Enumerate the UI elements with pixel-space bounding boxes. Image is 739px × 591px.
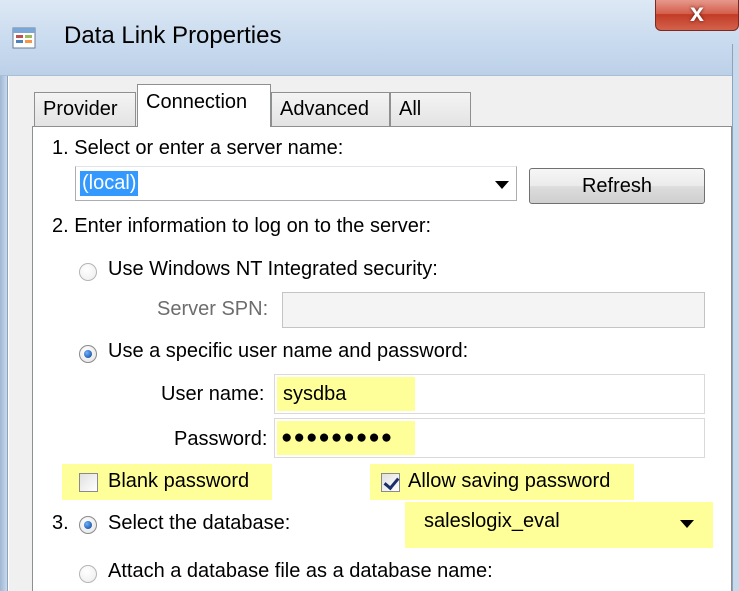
refresh-button[interactable]: Refresh (529, 168, 705, 204)
chevron-down-icon[interactable] (680, 520, 694, 528)
step3-number: 3. (52, 512, 69, 534)
server-name-value[interactable]: (local) (80, 171, 139, 196)
attach-database-label[interactable]: Attach a database file as a database nam… (108, 560, 493, 583)
data-link-properties-dialog: Data Link Properties x Provider Connecti… (0, 0, 739, 591)
logon-info-heading: 2. Enter information to log on to the se… (52, 215, 432, 237)
windows-nt-security-label[interactable]: Use Windows NT Integrated security: (108, 258, 438, 281)
blank-password-label[interactable]: Blank password (108, 470, 249, 493)
connection-form: 1. Select or enter a server name: (local… (0, 0, 739, 591)
allow-saving-password-checkbox[interactable] (381, 473, 400, 492)
blank-password-checkbox[interactable] (79, 473, 98, 492)
select-database-label[interactable]: Select the database: (108, 512, 290, 535)
password-input[interactable]: ●●●●●●●●● (274, 418, 705, 458)
windows-nt-security-radio[interactable] (79, 263, 97, 281)
database-combobox[interactable]: saleslogix_eval (412, 505, 704, 541)
select-database-radio[interactable] (79, 516, 97, 534)
password-masked-value[interactable]: ●●●●●●●●● (277, 421, 415, 455)
chevron-down-icon[interactable] (495, 181, 509, 189)
attach-database-radio[interactable] (79, 565, 97, 583)
specific-user-label[interactable]: Use a specific user name and password: (108, 340, 468, 363)
server-name-heading: 1. Select or enter a server name: (52, 137, 344, 159)
password-label: Password: (174, 428, 268, 450)
allow-saving-password-label[interactable]: Allow saving password (408, 470, 610, 493)
database-value[interactable]: saleslogix_eval (424, 510, 560, 533)
user-name-input[interactable]: sysdba (274, 374, 705, 414)
specific-user-radio[interactable] (79, 345, 97, 363)
user-name-value[interactable]: sysdba (277, 377, 415, 411)
server-name-combobox[interactable]: (local) (75, 166, 517, 201)
user-name-label: User name: (161, 383, 265, 405)
server-spn-input[interactable] (282, 292, 705, 328)
server-spn-label: Server SPN: (157, 298, 269, 320)
